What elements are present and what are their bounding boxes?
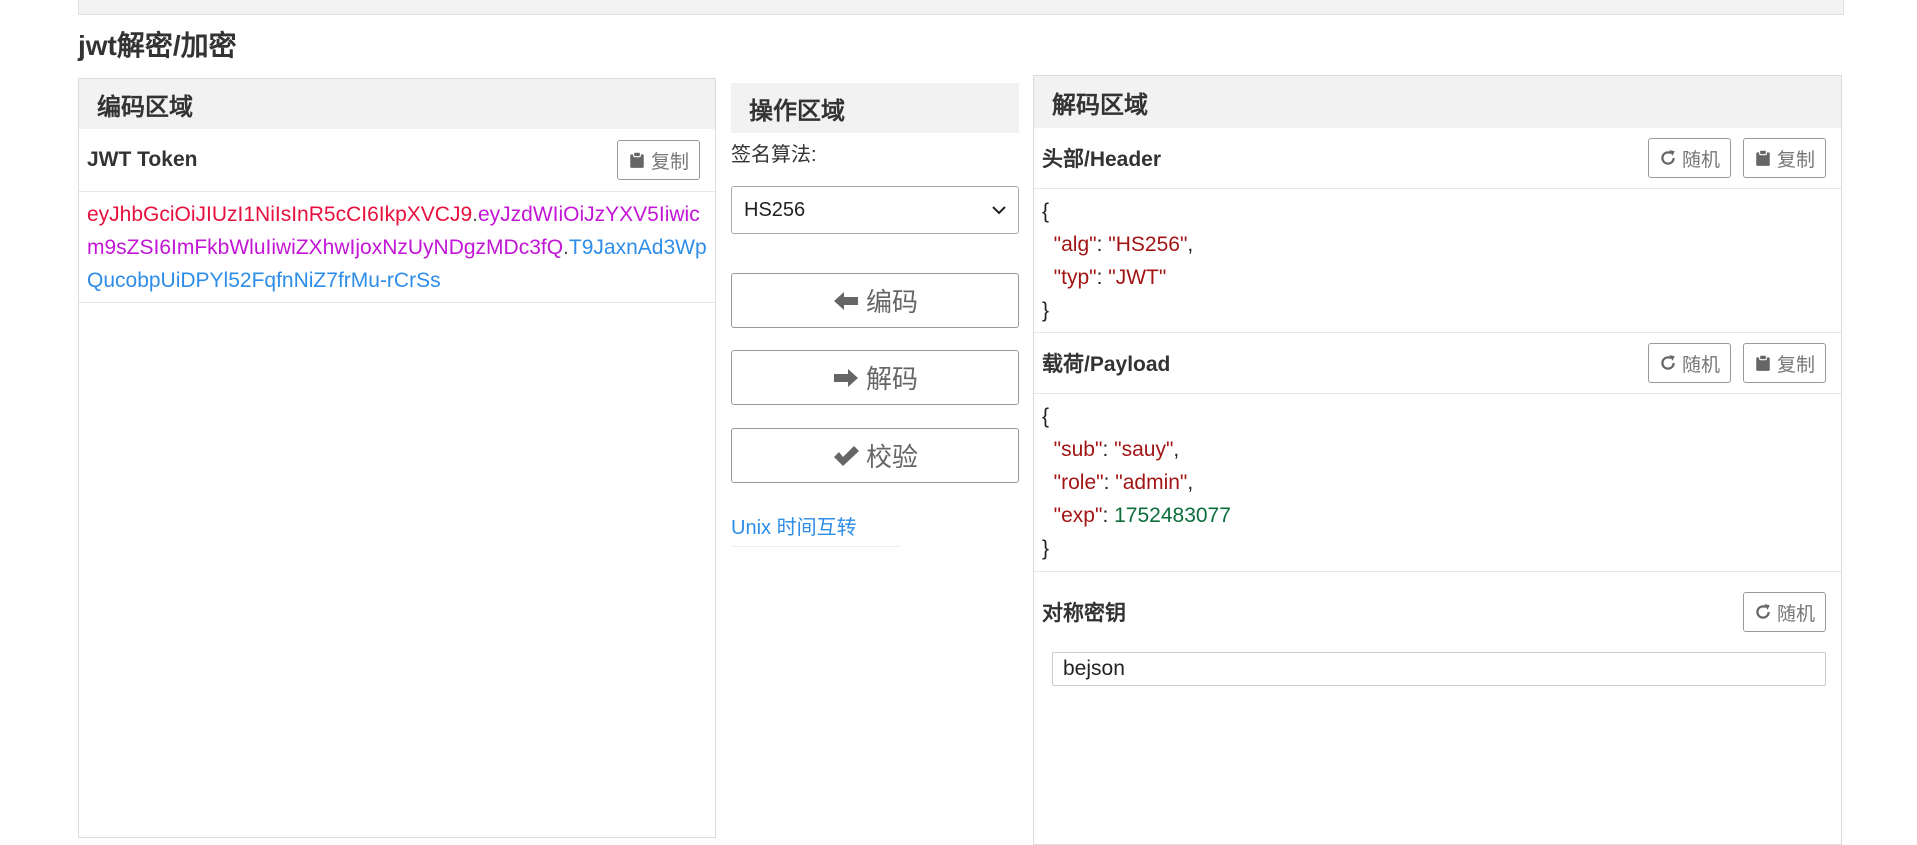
json-brace: } — [1042, 537, 1050, 560]
page-title: jwt解密/加密 — [78, 30, 237, 61]
algo-label: 签名算法: — [731, 144, 817, 166]
arrow-right-icon — [833, 368, 858, 387]
json-key: "role" — [1053, 471, 1104, 494]
decode-button[interactable]: 解码 — [731, 350, 1019, 405]
arrow-left-icon — [833, 291, 858, 310]
decode-panel-title: 解码区域 — [1034, 76, 1841, 128]
json-line: "typ": "JWT" — [1053, 266, 1167, 289]
json-line: "sub": "sauy", — [1053, 438, 1180, 461]
json-line: "alg": "HS256", — [1053, 233, 1194, 256]
json-key: "sub" — [1053, 438, 1103, 461]
copy-payload-label: 复制 — [1776, 354, 1815, 376]
encode-button[interactable]: 编码 — [731, 273, 1019, 328]
clipboard-icon — [1756, 149, 1770, 166]
header-toolbar: 头部/Header 随机 复制 — [1034, 128, 1841, 189]
copy-token-button[interactable]: 复制 — [616, 140, 700, 180]
json-key: "alg" — [1053, 233, 1097, 256]
chevron-down-icon — [992, 206, 1006, 215]
key-toolbar: 对称密钥 随机 — [1034, 572, 1841, 652]
algo-selected-value: HS256 — [744, 198, 806, 221]
random-payload-label: 随机 — [1681, 354, 1720, 376]
token-toolbar: JWT Token 复制 — [79, 129, 715, 192]
random-payload-button[interactable]: 随机 — [1647, 343, 1731, 383]
clipboard-icon — [1756, 354, 1770, 371]
key-label: 对称密钥 — [1042, 602, 1126, 625]
token-label: JWT Token — [87, 148, 198, 171]
top-bar — [78, 0, 1844, 15]
token-header-part: eyJhbGciOiJIUzI1NiIsInR5cCI6IkpXVCJ9 — [87, 203, 473, 226]
verify-button[interactable]: 校验 — [731, 428, 1019, 483]
copy-header-button[interactable]: 复制 — [1742, 138, 1826, 178]
operate-panel-title: 操作区域 — [731, 83, 1019, 133]
header-json-editor[interactable]: { "alg": "HS256", "typ": "JWT" } — [1034, 189, 1841, 333]
verify-button-label: 校验 — [865, 442, 918, 472]
payload-toolbar: 载荷/Payload 随机 复制 — [1034, 333, 1841, 394]
copy-token-label: 复制 — [650, 151, 689, 173]
json-brace: { — [1042, 405, 1050, 428]
unix-time-link[interactable]: Unix 时间互转 — [731, 511, 901, 547]
encode-panel-title: 编码区域 — [79, 79, 715, 129]
refresh-icon — [1756, 604, 1770, 619]
json-string: "admin" — [1115, 471, 1188, 494]
jwt-token-textarea[interactable]: eyJhbGciOiJIUzI1NiIsInR5cCI6IkpXVCJ9.eyJ… — [79, 192, 715, 303]
json-brace: } — [1042, 299, 1050, 322]
json-line: "exp": 1752483077 — [1053, 504, 1231, 527]
algo-select[interactable]: HS256 — [731, 186, 1019, 234]
secret-key-input[interactable]: bejson — [1052, 652, 1826, 686]
random-key-button[interactable]: 随机 — [1742, 592, 1826, 632]
refresh-icon — [1661, 150, 1675, 165]
copy-payload-button[interactable]: 复制 — [1742, 343, 1826, 383]
json-line: "role": "admin", — [1053, 471, 1194, 494]
encode-panel: 编码区域 JWT Token 复制 eyJhbGciOiJIUzI1NiIsIn… — [78, 78, 716, 838]
copy-header-label: 复制 — [1776, 149, 1815, 171]
check-icon — [833, 445, 859, 466]
decode-button-label: 解码 — [865, 364, 918, 394]
payload-label: 载荷/Payload — [1042, 353, 1171, 376]
json-key: "exp" — [1053, 504, 1103, 527]
random-header-label: 随机 — [1681, 149, 1720, 171]
decode-panel: 解码区域 头部/Header 随机 复制 { "alg": "HS256", "… — [1033, 75, 1842, 845]
json-string: "JWT" — [1108, 266, 1167, 289]
json-string: "sauy" — [1114, 438, 1174, 461]
payload-json-editor[interactable]: { "sub": "sauy", "role": "admin", "exp":… — [1034, 394, 1841, 572]
json-string: "HS256" — [1108, 233, 1188, 256]
refresh-icon — [1661, 355, 1675, 370]
encode-button-label: 编码 — [865, 287, 918, 317]
random-header-button[interactable]: 随机 — [1647, 138, 1731, 178]
json-number: 1752483077 — [1114, 504, 1231, 527]
json-key: "typ" — [1053, 266, 1097, 289]
header-label: 头部/Header — [1042, 148, 1162, 171]
random-key-label: 随机 — [1776, 603, 1815, 625]
clipboard-icon — [630, 151, 644, 168]
json-brace: { — [1042, 200, 1050, 223]
